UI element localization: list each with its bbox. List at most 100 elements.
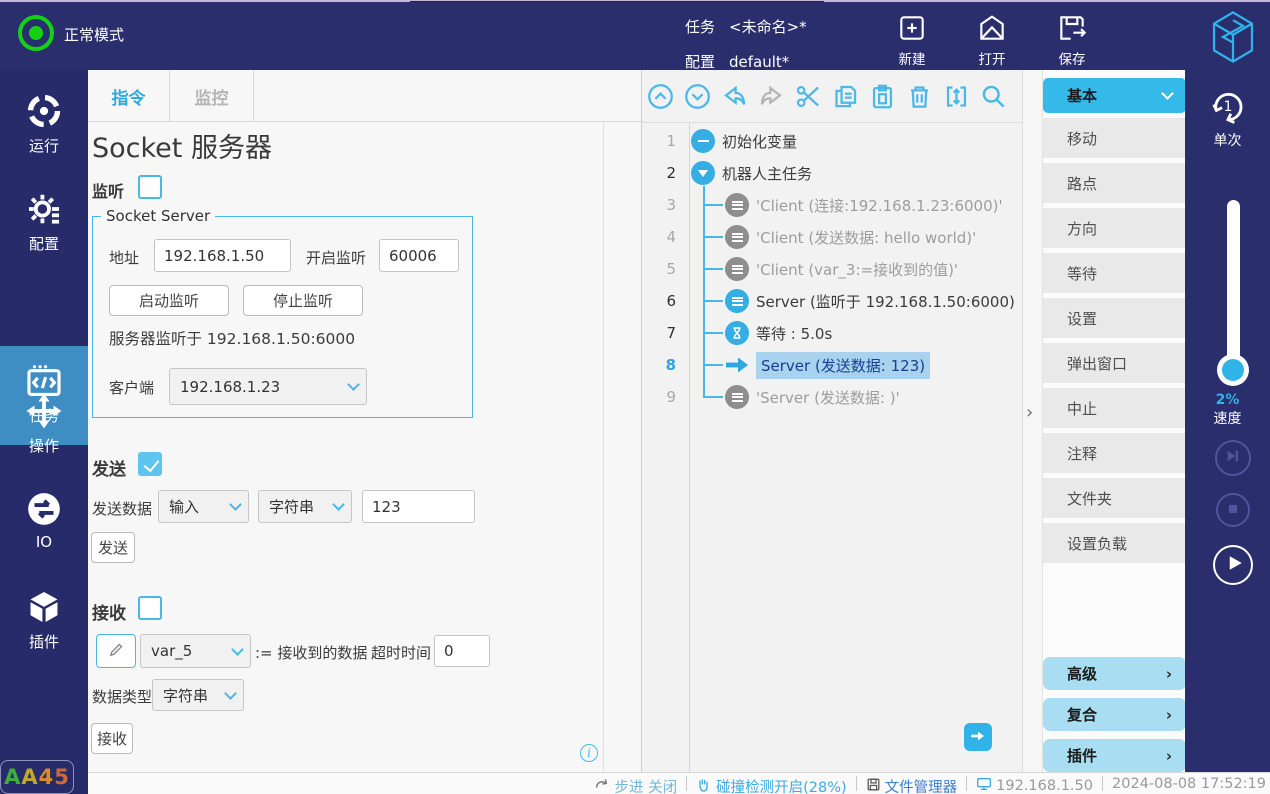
receive-checkbox[interactable] xyxy=(138,596,162,620)
cut-icon[interactable] xyxy=(795,83,822,114)
header-bar: 正常模式 任务<未命名>* 配置default* 新建 打开 保存 xyxy=(0,2,1270,70)
skip-icon xyxy=(1225,448,1241,468)
plugin-category-header[interactable]: 插件› xyxy=(1043,739,1186,772)
disabled-step-icon[interactable] xyxy=(725,225,749,249)
collision-status[interactable]: 碰撞检测开启(28%) xyxy=(696,776,847,794)
disabled-step-icon[interactable] xyxy=(725,193,749,217)
tree-row[interactable]: 6 Server (监听于 192.168.1.50:6000) xyxy=(642,285,1023,317)
speed-slider-handle[interactable] xyxy=(1217,354,1249,386)
info-icon[interactable]: i xyxy=(580,744,598,762)
program-tree-panel: 1 初始化变量 2 机器人主任务 3 'Client (连接:192.168.1… xyxy=(641,70,1022,772)
sidebar-item-config[interactable]: 配置 xyxy=(0,190,88,254)
play-button[interactable] xyxy=(1213,545,1253,585)
sidebar-item-operate[interactable]: 操作 xyxy=(0,392,88,456)
command-comment[interactable]: 注释 xyxy=(1043,433,1186,473)
send-data-input[interactable] xyxy=(362,490,475,523)
step-run-button[interactable] xyxy=(1215,440,1251,476)
receive-action-button[interactable]: 接收 xyxy=(91,723,133,754)
compound-category-header[interactable]: 复合› xyxy=(1043,698,1186,731)
send-data-label: 发送数据 xyxy=(92,498,152,519)
sidebar-item-run[interactable]: 运行 xyxy=(0,92,88,156)
send-source-select[interactable]: 输入 xyxy=(158,490,249,523)
disabled-step-icon[interactable] xyxy=(725,257,749,281)
command-move[interactable]: 移动 xyxy=(1043,118,1186,158)
undo-icon[interactable] xyxy=(721,83,748,114)
command-direction[interactable]: 方向 xyxy=(1043,208,1186,248)
step-icon[interactable] xyxy=(725,289,749,313)
sidebar-item-io[interactable]: IO xyxy=(0,490,88,551)
command-waypoint[interactable]: 路点 xyxy=(1043,163,1186,203)
paste-icon[interactable] xyxy=(869,83,896,114)
datatype-select[interactable]: 字符串 xyxy=(152,679,244,711)
command-payload[interactable]: 设置负载 xyxy=(1043,523,1186,563)
speed-value: 2% xyxy=(1185,392,1270,408)
insert-icon[interactable] xyxy=(943,83,970,114)
step-forward-button[interactable] xyxy=(964,723,992,751)
collision-hand-icon xyxy=(696,777,712,794)
move-arrows-icon xyxy=(0,392,88,430)
monitor-icon xyxy=(976,776,992,794)
new-button[interactable]: 新建 xyxy=(876,10,948,68)
tab-monitor[interactable]: 监控 xyxy=(170,70,254,122)
start-listen-button[interactable]: 启动监听 xyxy=(109,285,229,316)
address-input[interactable] xyxy=(154,239,291,272)
timeout-input[interactable] xyxy=(434,635,490,667)
tree-row-selected[interactable]: 8 Server (发送数据: 123) xyxy=(642,349,1023,381)
open-button[interactable]: 打开 xyxy=(956,10,1028,68)
step-mode-status[interactable]: 步进 关闭 xyxy=(594,776,677,794)
datetime-label: 2024-08-08 17:52:19 xyxy=(1112,776,1266,792)
execution-pointer-icon xyxy=(725,353,749,377)
delete-icon[interactable] xyxy=(906,83,933,114)
status-bar: 步进 关闭 碰撞检测开启(28%) 文件管理器 192.168.1.50 202… xyxy=(88,772,1270,794)
sidebar-run-label: 运行 xyxy=(0,135,88,156)
tree-row[interactable]: 9 'Server (发送数据: )' xyxy=(642,381,1023,413)
tree-row[interactable]: 5 'Client (var_3:=接收到的值)' xyxy=(642,253,1023,285)
robot-name-badge[interactable]: AA45 xyxy=(0,760,74,794)
advanced-category-header[interactable]: 高级› xyxy=(1043,657,1186,690)
basic-category-header[interactable]: 基本 xyxy=(1043,78,1186,113)
collapsed-node-icon[interactable] xyxy=(691,129,715,153)
editor-tabs: 指令 监控 xyxy=(88,70,641,122)
disabled-step-icon[interactable] xyxy=(725,385,749,409)
file-manager-link[interactable]: 文件管理器 xyxy=(866,776,958,794)
save-icon xyxy=(1036,12,1108,44)
tree-row[interactable]: 4 'Client (发送数据: hello world)' xyxy=(642,221,1023,253)
command-set[interactable]: 设置 xyxy=(1043,298,1186,338)
wait-hourglass-icon[interactable] xyxy=(725,321,749,345)
tree-row[interactable]: 1 初始化变量 xyxy=(642,125,1023,157)
command-wait[interactable]: 等待 xyxy=(1043,253,1186,293)
receive-variable-select[interactable]: var_5 xyxy=(140,634,251,668)
instruction-editor-panel: 指令 监控 Socket 服务器 监听 Socket Server 地址 开启监… xyxy=(88,70,641,772)
search-icon[interactable] xyxy=(980,83,1007,114)
file-manager-label: 文件管理器 xyxy=(885,776,958,794)
send-type-select[interactable]: 字符串 xyxy=(258,490,352,523)
send-action-button[interactable]: 发送 xyxy=(91,532,135,563)
datatype-label: 数据类型 xyxy=(92,686,152,707)
expand-all-icon[interactable] xyxy=(684,83,711,114)
edit-variable-button[interactable] xyxy=(96,634,136,668)
command-folder[interactable]: 文件夹 xyxy=(1043,478,1186,518)
copy-icon[interactable] xyxy=(832,83,859,114)
task-label: 任务 xyxy=(685,10,715,45)
command-abort[interactable]: 中止 xyxy=(1043,388,1186,428)
expand-panel-icon[interactable]: › xyxy=(1026,402,1033,423)
sidebar-item-plugin[interactable]: 插件 xyxy=(0,588,88,652)
sidebar-config-label: 配置 xyxy=(0,233,88,254)
send-checkbox[interactable] xyxy=(138,452,162,476)
tree-row[interactable]: 3 'Client (连接:192.168.1.23:6000)' xyxy=(642,189,1023,221)
stop-listen-button[interactable]: 停止监听 xyxy=(243,285,363,316)
save-button[interactable]: 保存 xyxy=(1036,10,1108,68)
speed-slider-track[interactable] xyxy=(1227,200,1240,378)
client-select[interactable]: 192.168.1.23 xyxy=(169,368,367,405)
port-input[interactable] xyxy=(379,239,459,272)
redo-icon[interactable] xyxy=(758,83,785,114)
expanded-node-icon[interactable] xyxy=(691,161,715,185)
stop-button[interactable] xyxy=(1216,493,1250,527)
tree-row[interactable]: 7 等待 : 5.0s xyxy=(642,317,1023,349)
single-cycle-count: 1 xyxy=(1209,88,1247,126)
tree-row[interactable]: 2 机器人主任务 xyxy=(642,157,1023,189)
listen-checkbox[interactable] xyxy=(138,175,162,199)
command-popup[interactable]: 弹出窗口 xyxy=(1043,343,1186,383)
tab-instruction[interactable]: 指令 xyxy=(88,70,170,122)
collapse-all-icon[interactable] xyxy=(647,83,674,114)
